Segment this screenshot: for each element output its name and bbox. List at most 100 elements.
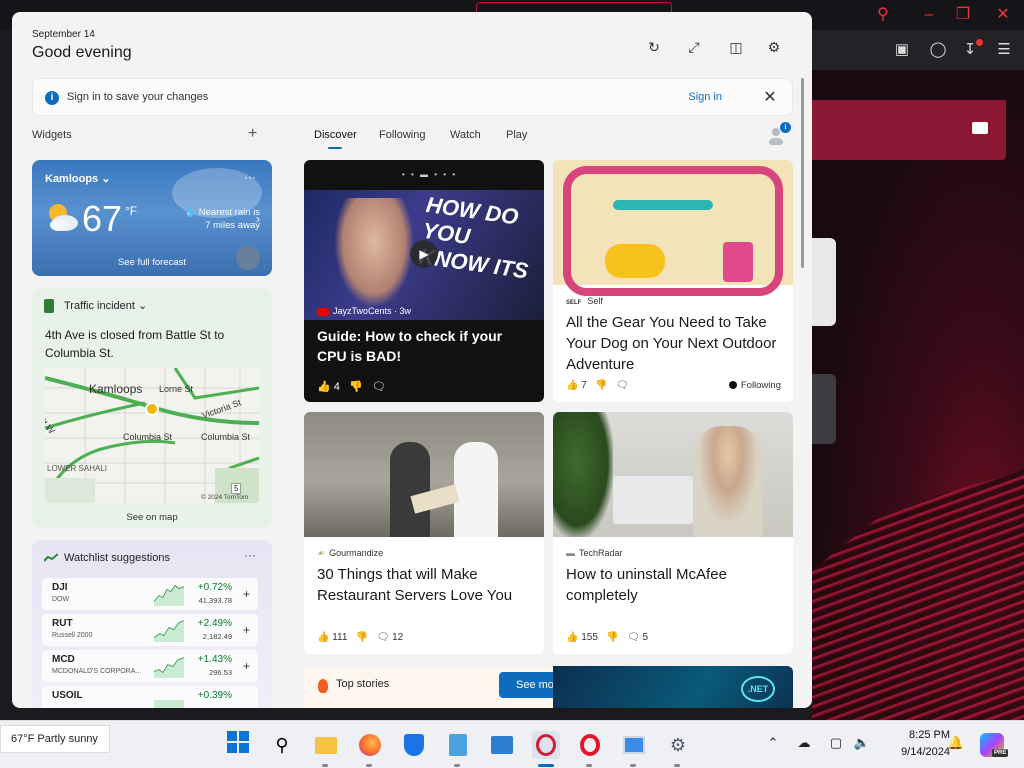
minimize-icon[interactable]: – <box>918 4 940 26</box>
map-area-label: LOWER SAHALI <box>47 464 108 473</box>
taskbar-time[interactable]: 8:25 PM <box>890 729 950 741</box>
menu-icon[interactable]: ☰ <box>994 40 1014 60</box>
restore-icon[interactable]: ❐ <box>952 4 974 26</box>
settings-button[interactable]: ⚙ <box>762 36 786 58</box>
start-button[interactable] <box>224 731 252 759</box>
like-icon[interactable]: 👍 <box>317 632 329 643</box>
card-title[interactable]: How to uninstall McAfee completely <box>566 564 781 606</box>
notification-bell-icon[interactable]: 🔔 <box>946 735 966 751</box>
taskbar-settings[interactable]: ⚙ <box>664 731 692 759</box>
card-title[interactable]: All the Gear You Need to Take Your Dog o… <box>566 312 781 375</box>
taskbar-firefox[interactable] <box>356 731 384 759</box>
add-widget-button[interactable]: + <box>248 125 257 143</box>
add-stock-button[interactable]: + <box>243 623 250 637</box>
display-icon[interactable]: ▢ <box>826 735 846 751</box>
add-stock-button[interactable]: + <box>243 587 250 601</box>
taskbar-app-window[interactable] <box>620 731 648 759</box>
network-offline-icon[interactable]: ☁ <box>794 735 814 751</box>
dislike-icon[interactable]: 👎 <box>356 632 368 643</box>
leash-image <box>613 200 713 210</box>
tab-play[interactable]: Play <box>506 129 527 141</box>
close-icon[interactable]: ✕ <box>760 87 780 107</box>
taskbar-search-button[interactable]: ⚲ <box>268 731 296 759</box>
taskbar-opera-gx[interactable] <box>532 731 560 759</box>
taskbar-notepad[interactable] <box>444 731 472 759</box>
comment-icon[interactable]: 🗨 <box>377 632 390 643</box>
add-stock-button[interactable]: + <box>243 659 250 673</box>
dislike-icon[interactable]: 👎 <box>349 381 363 393</box>
weather-rain-note[interactable]: 💧 Nearest rain is 7 miles away <box>180 206 260 232</box>
like-icon[interactable]: 👍 <box>566 632 578 643</box>
weather-unit[interactable]: °F <box>125 204 137 218</box>
dislike-icon[interactable]: 👎 <box>606 632 618 643</box>
running-indicator <box>322 764 328 767</box>
taskbar-remote-desktop[interactable] <box>488 731 516 759</box>
camera-icon[interactable]: ▣ <box>892 40 912 60</box>
refresh-icon: ↻ <box>648 39 660 55</box>
tech-card-image[interactable]: .NET <box>553 666 793 708</box>
browser-search-icon[interactable]: ⚲ <box>872 4 894 26</box>
tab-discover[interactable]: Discover <box>314 129 357 141</box>
map-copyright: © 2024 TomTom <box>201 494 249 501</box>
watchlist-row[interactable]: USOIL +0.39% <box>42 686 258 708</box>
watchlist-widget[interactable]: Watchlist suggestions ··· DJI DOW +0.72%… <box>32 540 272 708</box>
news-card-mcafee[interactable]: ▬ TechRadar How to uninstall McAfee compl… <box>553 412 793 654</box>
opera-gx-icon <box>536 734 556 756</box>
taskbar-opera[interactable] <box>576 731 604 759</box>
refresh-button[interactable]: ↻ <box>642 36 666 58</box>
carousel-dots[interactable]: • • ▬ • • • <box>402 170 457 179</box>
watchlist-row[interactable]: RUT Russell 2000 +2.49% 2,182.49 + <box>42 614 258 646</box>
card-image[interactable] <box>553 160 793 296</box>
taskbar-file-explorer[interactable] <box>312 731 340 759</box>
watchlist-more-button[interactable]: ··· <box>244 548 256 562</box>
like-icon[interactable]: 👍 <box>317 381 331 393</box>
server-person-image <box>390 442 430 537</box>
card-actions: 👍 4 👎 🗨 <box>317 380 386 393</box>
traffic-widget[interactable]: Traffic incident ⌄ 4th Ave is closed fro… <box>32 288 272 528</box>
following-indicator[interactable]: Following <box>728 380 781 391</box>
opera-icon <box>580 734 600 756</box>
tab-following[interactable]: Following <box>379 129 425 141</box>
volume-icon[interactable]: 🔈 <box>852 735 872 751</box>
tray-overflow-chevron-icon[interactable]: ⌃ <box>764 735 782 751</box>
windows-logo-icon <box>227 731 249 753</box>
close-window-icon[interactable]: ✕ <box>992 4 1014 26</box>
play-icon[interactable]: ▶ <box>410 240 438 268</box>
taskbar-date[interactable]: 9/14/2024 <box>880 746 950 758</box>
news-card-video[interactable]: • • ▬ • • • HOW DO YOU KNOW ITS ▶ JayzTw… <box>304 160 544 402</box>
see-on-map-link[interactable]: See on map <box>32 512 272 523</box>
taskbar-weather-widget[interactable]: 67°F Partly sunny <box>0 725 110 753</box>
card-title[interactable]: Guide: How to check if your CPU is BAD! <box>317 326 532 366</box>
comment-icon[interactable]: 🗨 <box>627 632 640 643</box>
panel-scrollbar[interactable] <box>801 78 804 268</box>
comment-icon[interactable]: 🗨 <box>616 380 629 391</box>
top-stories-card[interactable]: Top stories See more › .NET <box>304 666 793 708</box>
pin-button[interactable]: ◫ <box>724 36 748 58</box>
like-icon[interactable]: 👍 <box>566 380 578 391</box>
card-title[interactable]: 30 Things that will Make Restaurant Serv… <box>317 564 532 606</box>
tab-watch[interactable]: Watch <box>450 129 481 141</box>
account-icon[interactable]: ◯ <box>928 40 948 60</box>
traffic-map[interactable]: Kamloops Lorne St Victoria St St W Colum… <box>45 368 259 503</box>
folder-icon[interactable] <box>972 122 988 134</box>
dislike-icon[interactable]: 👎 <box>595 380 607 391</box>
stock-name: DOW <box>52 596 70 603</box>
chevron-right-icon[interactable]: › <box>256 212 260 226</box>
weather-city[interactable]: Kamloops ⌄ <box>45 172 110 185</box>
expand-button[interactable]: ⤢ <box>682 36 706 58</box>
news-card-dog-gear[interactable]: SELF Self All the Gear You Need to Take Y… <box>553 160 793 402</box>
card-image[interactable] <box>553 412 793 537</box>
weather-widget[interactable]: Kamloops ⌄ ··· 67 °F 💧 Nearest rain is 7… <box>32 160 272 276</box>
watchlist-row[interactable]: MCD MCDONALD'S CORPORA... +1.43% 296.53 … <box>42 650 258 682</box>
news-card-restaurant[interactable]: ☙ Gourmandize 30 Things that will Make Re… <box>304 412 544 654</box>
comment-icon[interactable]: 🗨 <box>372 381 386 393</box>
radar-thumbnail[interactable] <box>236 246 260 270</box>
signin-link[interactable]: Sign in <box>688 91 722 103</box>
woman-image <box>693 426 763 537</box>
traffic-title[interactable]: Traffic incident ⌄ <box>64 299 147 312</box>
taskbar-defender[interactable] <box>400 731 428 759</box>
weather-more-button[interactable]: ··· <box>244 170 256 184</box>
watchlist-row[interactable]: DJI DOW +0.72% 41,393.78 + <box>42 578 258 610</box>
card-source-text: TechRadar <box>579 548 623 558</box>
card-image[interactable] <box>304 412 544 537</box>
